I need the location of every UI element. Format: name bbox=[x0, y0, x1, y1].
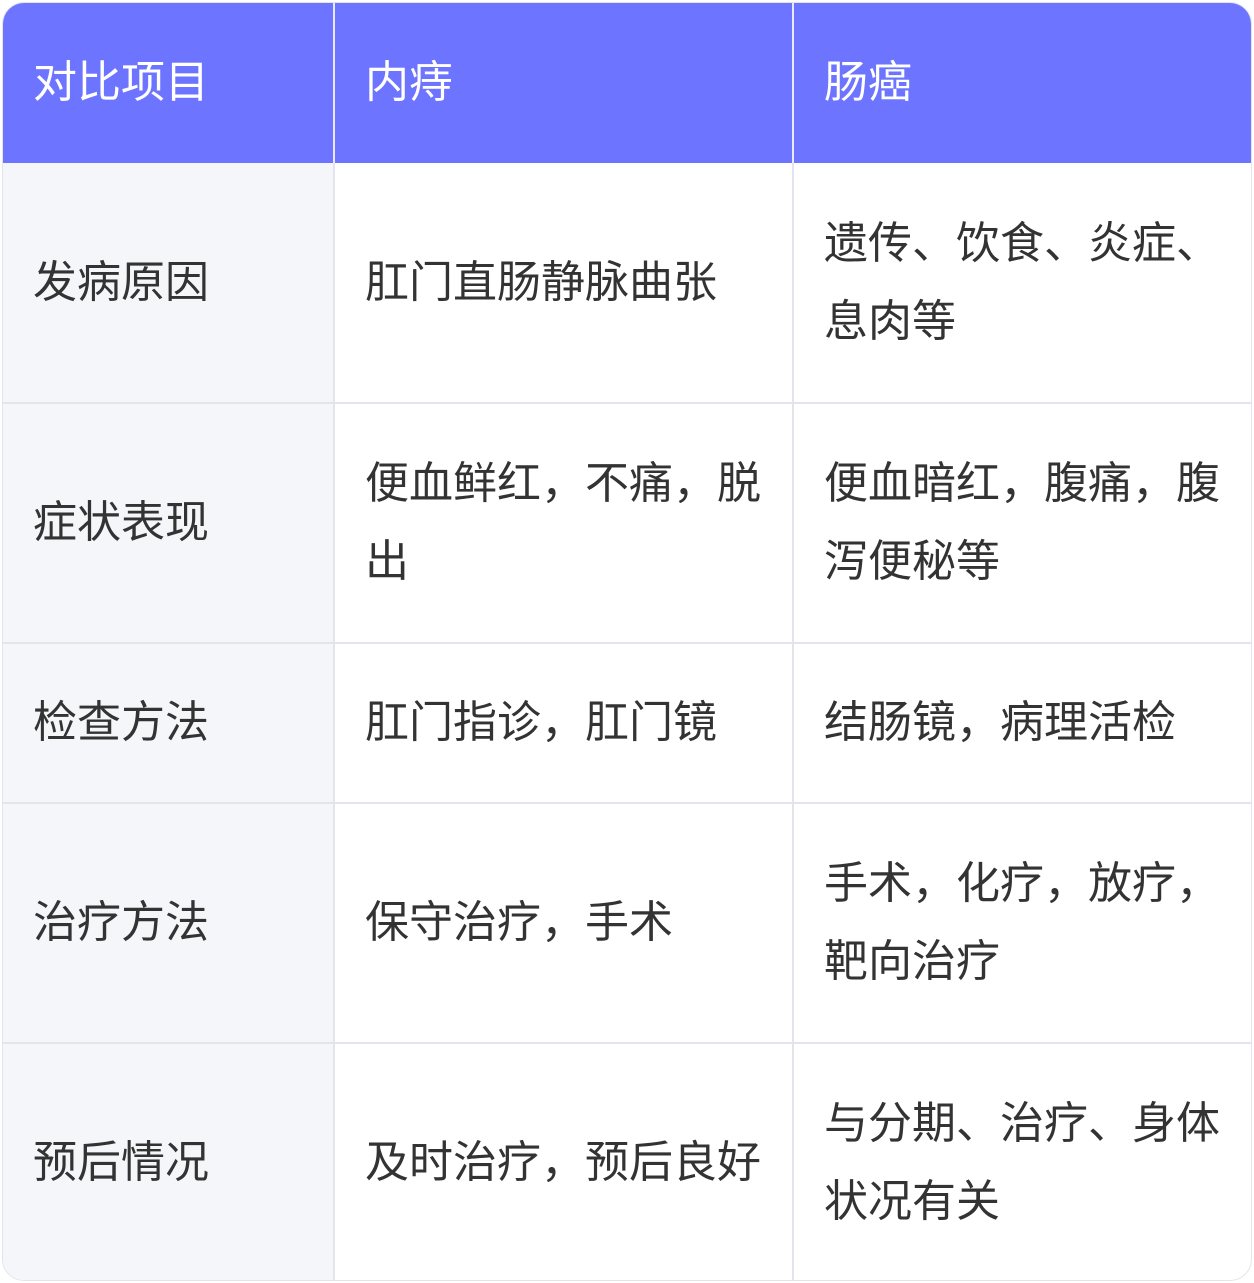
table-row: 症状表现 便血鲜红，不痛，脱出 便血暗红，腹痛，腹泻便秘等 bbox=[3, 403, 1251, 644]
hemorrhoid-cell: 及时治疗，预后良好 bbox=[334, 1043, 794, 1280]
table-row: 检查方法 肛门指诊，肛门镜 结肠镜，病理活检 bbox=[3, 643, 1251, 804]
cancer-cell: 遗传、饮食、炎症、息肉等 bbox=[793, 163, 1251, 404]
cancer-cell: 便血暗红，腹痛，腹泻便秘等 bbox=[793, 403, 1251, 644]
hemorrhoid-cell: 保守治疗，手术 bbox=[334, 803, 794, 1044]
hemorrhoid-cell: 肛门指诊，肛门镜 bbox=[334, 643, 794, 804]
table-row: 预后情况 及时治疗，预后良好 与分期、治疗、身体状况有关 bbox=[3, 1043, 1251, 1280]
header-cancer: 肠癌 bbox=[793, 3, 1251, 163]
hemorrhoid-cell: 便血鲜红，不痛，脱出 bbox=[334, 403, 794, 644]
row-label: 治疗方法 bbox=[3, 803, 335, 1044]
comparison-table-container: 对比项目 内痔 肠癌 发病原因 肛门直肠静脉曲张 遗传、饮食、炎症、息肉等 症状… bbox=[2, 2, 1252, 1281]
cancer-cell: 结肠镜，病理活检 bbox=[793, 643, 1251, 804]
row-label: 预后情况 bbox=[3, 1043, 335, 1280]
table-header: 对比项目 内痔 肠癌 bbox=[3, 3, 1251, 163]
header-item: 对比项目 bbox=[3, 3, 335, 163]
cancer-cell: 手术，化疗，放疗，靶向治疗 bbox=[793, 803, 1251, 1044]
table-row: 发病原因 肛门直肠静脉曲张 遗传、饮食、炎症、息肉等 bbox=[3, 163, 1251, 404]
row-label: 症状表现 bbox=[3, 403, 335, 644]
row-label: 检查方法 bbox=[3, 643, 335, 804]
table-body: 发病原因 肛门直肠静脉曲张 遗传、饮食、炎症、息肉等 症状表现 便血鲜红，不痛，… bbox=[3, 163, 1251, 1280]
header-row: 对比项目 内痔 肠癌 bbox=[3, 3, 1251, 163]
row-label: 发病原因 bbox=[3, 163, 335, 404]
cancer-cell: 与分期、治疗、身体状况有关 bbox=[824, 1098, 1220, 1227]
comparison-table: 对比项目 内痔 肠癌 发病原因 肛门直肠静脉曲张 遗传、饮食、炎症、息肉等 症状… bbox=[3, 3, 1251, 1280]
table-row: 治疗方法 保守治疗，手术 手术，化疗，放疗，靶向治疗 bbox=[3, 803, 1251, 1044]
header-hemorrhoid: 内痔 bbox=[334, 3, 794, 163]
hemorrhoid-cell: 肛门直肠静脉曲张 bbox=[334, 163, 794, 404]
